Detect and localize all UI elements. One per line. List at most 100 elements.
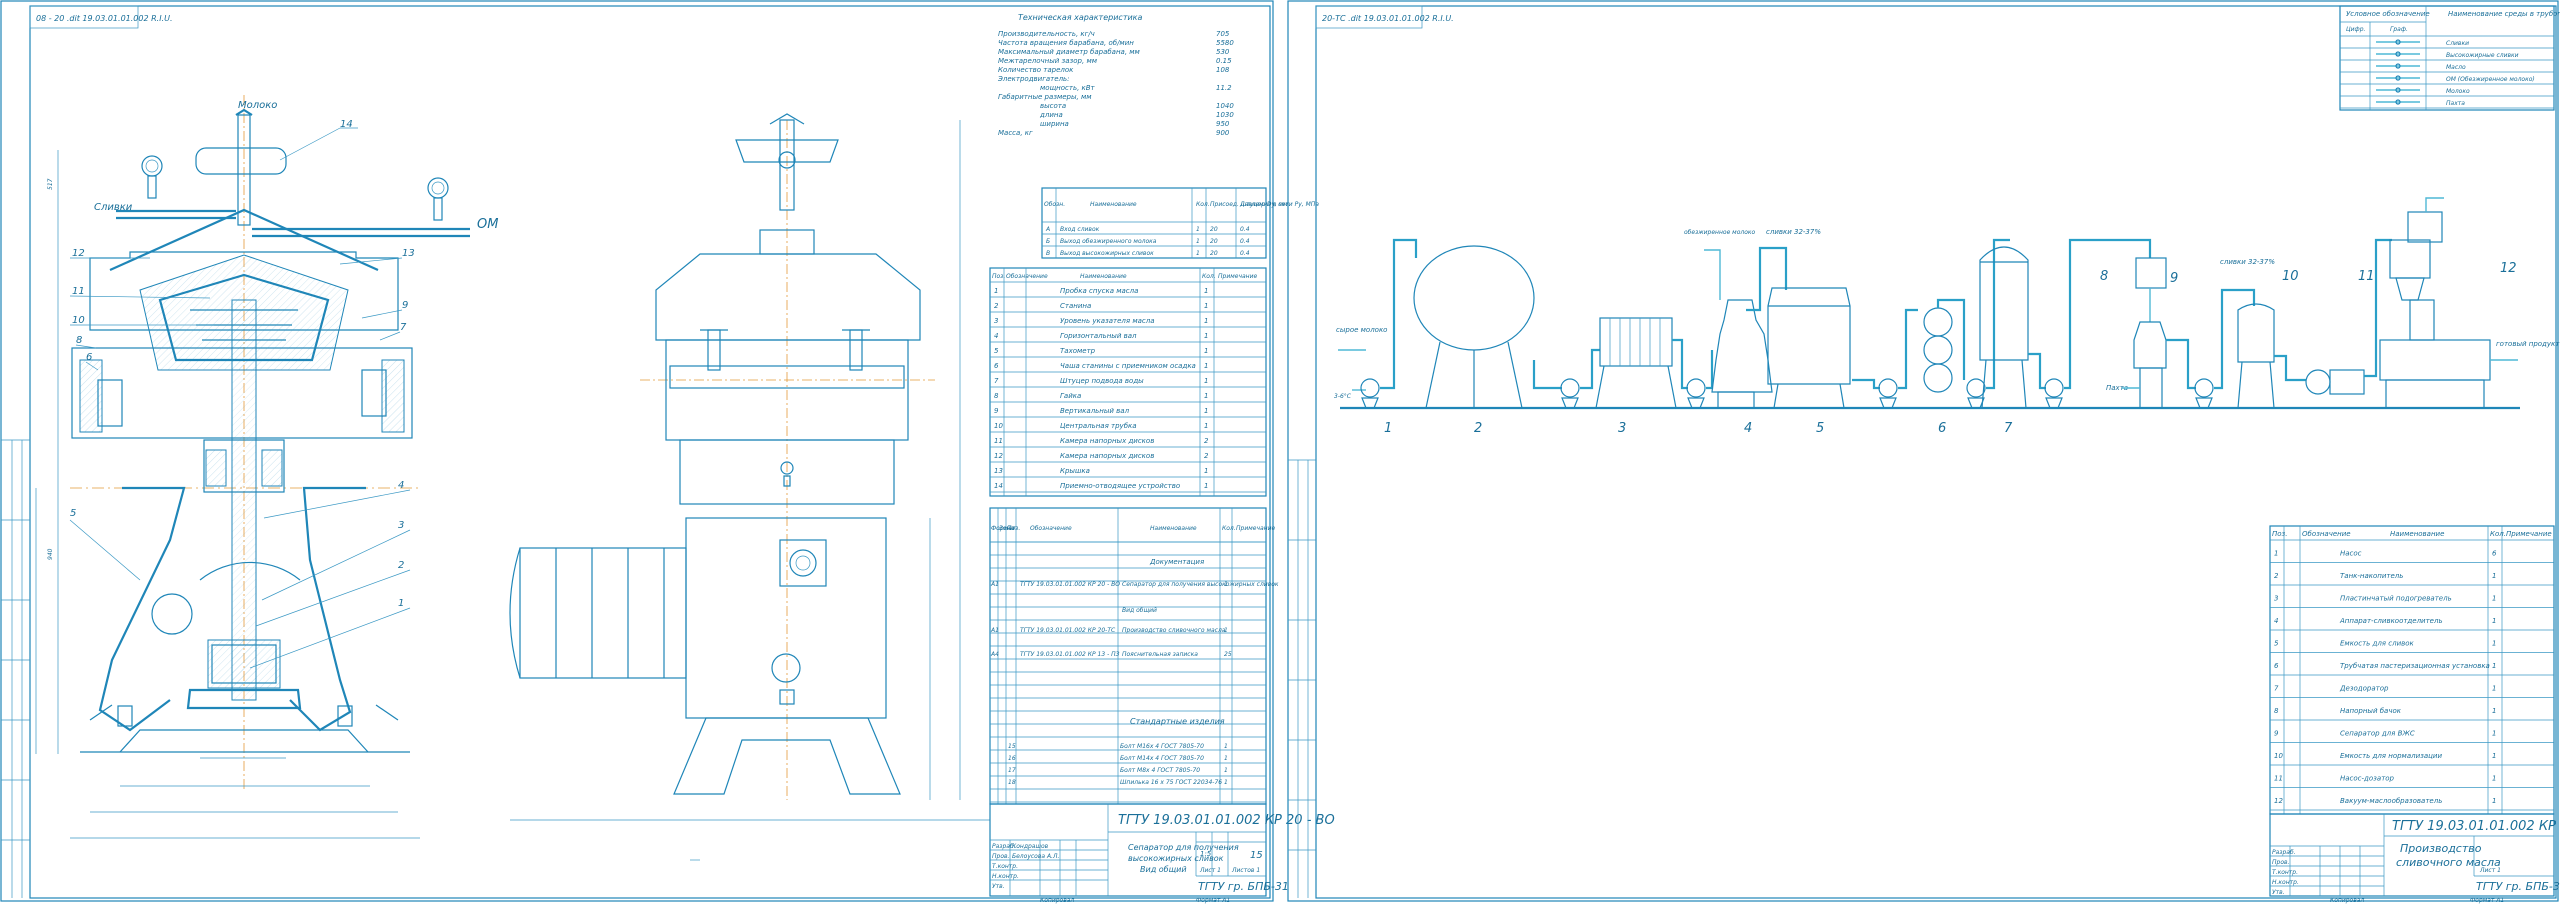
parts-name: Камера напорных дисков xyxy=(1060,437,1154,445)
conn-cell: 1 xyxy=(1196,238,1200,245)
parts-qty: 1 xyxy=(1204,287,1208,295)
spec-value: 530 xyxy=(1216,48,1230,56)
parts-qty: 1 xyxy=(1204,482,1208,490)
std-des: Болт М14х 4 ГОСТ 7805-70 xyxy=(1120,755,1204,762)
callout-14: 14 xyxy=(340,119,353,130)
parts-header-2: Наименование xyxy=(1080,273,1127,280)
right-title-name-1: Производство xyxy=(2400,842,2482,855)
parts-pos: 1 xyxy=(994,287,998,295)
legend-env-name: Масло xyxy=(2446,64,2466,71)
conn-header-2: Кол. xyxy=(1196,201,1210,208)
left-title-name-3: Вид общий xyxy=(1140,865,1187,874)
spec-des: ТГТУ 19.03.01.01.002 КР 20-ТС xyxy=(1020,627,1116,634)
process-flow: сырое молоко 3-6°С обезжиренное молоко с… xyxy=(1334,197,2560,436)
spec-section-std: Стандартные изделия xyxy=(1130,717,1225,726)
conn-cell: 20 xyxy=(1210,238,1218,245)
connections-table: Обозн. Наименование Кол. Присоед. штуцер Dy… xyxy=(1041,187,1319,259)
tech-specs: Техническая характеристика Производитель… xyxy=(997,13,1234,137)
equip-name: Дезодоратор xyxy=(2339,685,2389,693)
parts-qty: 1 xyxy=(1204,332,1208,340)
parts-pos: 9 xyxy=(994,407,999,415)
parts-header-4: Примечание xyxy=(1218,273,1257,280)
conn-header-1: Наименование xyxy=(1090,201,1137,208)
spec-qty: 1 xyxy=(1224,581,1228,588)
conn-header-4: Давление в сети Ру, МПа xyxy=(1239,201,1319,208)
left-role-4: Н.контр. xyxy=(992,873,1019,880)
callout-7: 7 xyxy=(400,322,407,333)
parts-pos: 10 xyxy=(994,422,1003,430)
parts-pos: 8 xyxy=(994,392,999,400)
left-format: Формат А1 xyxy=(1196,897,1230,904)
callout-12: 12 xyxy=(72,248,85,259)
parts-header-1: Обозначение xyxy=(1006,273,1048,280)
left-title-mass: 15 xyxy=(1250,850,1263,861)
std-pos: 17 xyxy=(1008,767,1016,774)
left-title-code: ТГТУ 19.03.01.01.002 КР 20 - ВО xyxy=(1118,813,1335,828)
equip-pos: 7 xyxy=(2274,685,2279,693)
equip-name: Емкость для нормализации xyxy=(2340,752,2442,760)
equip-pos: 9 xyxy=(2274,730,2279,738)
conn-cell: В xyxy=(1046,250,1050,257)
separator-section-view: Молоко Сливки ОМ 517 940 14 12 13 11 10 … xyxy=(35,95,498,839)
spec-value: 900 xyxy=(1216,129,1230,137)
equip-name: Напорный бачок xyxy=(2340,707,2402,715)
parts-header-3: Кол. xyxy=(1202,273,1216,280)
spec-sheet: ФорматЗонаПоз. Обозначение Наименование Кол… xyxy=(989,507,1279,805)
eq-num-1: 1 xyxy=(1384,421,1392,436)
parts-name: Станина xyxy=(1060,302,1091,310)
spec-section-doc: Документация xyxy=(1149,558,1204,566)
equip-pos: 4 xyxy=(2274,617,2278,625)
std-pos: 15 xyxy=(1008,743,1016,750)
conn-cell: Вход сливок xyxy=(1060,226,1100,233)
parts-name: Тахометр xyxy=(1060,347,1096,355)
parts-name: Штуцер подвода воды xyxy=(1060,377,1144,385)
spec-header-2: Поз. xyxy=(1007,525,1020,532)
left-title-scale: 1:5 xyxy=(1200,850,1212,858)
eq-num-4: 4 xyxy=(1744,421,1752,436)
left-title-name-1: Сепаратор для получения xyxy=(1128,843,1239,852)
eq-num-10: 10 xyxy=(2282,269,2299,284)
parts-header-0: Поз. xyxy=(992,273,1005,280)
callout-4: 4 xyxy=(398,480,404,491)
callout-2: 2 xyxy=(398,560,404,571)
parts-pos: 6 xyxy=(994,362,999,370)
parts-qty: 1 xyxy=(1204,377,1208,385)
equip-qty: 1 xyxy=(2492,685,2496,693)
equip-name: Танк-накопитель xyxy=(2340,572,2403,580)
spec-label: Габаритные размеры, мм xyxy=(998,93,1092,101)
eq-num-6: 6 xyxy=(1938,421,1946,436)
left-role-3: Т.контр. xyxy=(992,863,1018,870)
parts-name: Пробка спуска масла xyxy=(1060,287,1138,295)
std-des: Болт М16х 4 ГОСТ 7805-70 xyxy=(1120,743,1204,750)
std-qty: 1 xyxy=(1224,743,1228,750)
eq-num-9: 9 xyxy=(2170,271,2178,286)
spec-name: Производство сливочного масла xyxy=(1122,627,1226,634)
conn-header-0: Обозн. xyxy=(1044,201,1065,208)
conn-cell: 1 xyxy=(1196,250,1200,257)
legend-env-name: ОМ (Обезжиренное молоко) xyxy=(2446,76,2535,83)
spec-value: 108 xyxy=(1216,66,1230,74)
parts-pos: 13 xyxy=(994,467,1003,475)
parts-pos: 7 xyxy=(994,377,999,385)
spec-value: 1040 xyxy=(1216,102,1234,110)
right-role-2: Пров. xyxy=(2272,859,2290,866)
parts-pos: 2 xyxy=(994,302,999,310)
callout-8: 8 xyxy=(76,335,82,346)
parts-pos: 5 xyxy=(994,347,999,355)
std-qty: 1 xyxy=(1224,767,1228,774)
callout-11: 11 xyxy=(72,286,85,297)
conn-cell: 1 xyxy=(1196,226,1200,233)
spec-label: Частота вращения барабана, об/мин xyxy=(998,39,1134,47)
conn-cell: 0.4 xyxy=(1240,250,1250,257)
label-cream: Сливки xyxy=(94,202,133,213)
parts-pos: 11 xyxy=(994,437,1003,445)
equip-pos: 5 xyxy=(2274,640,2279,648)
equip-header-1: Обозначение xyxy=(2302,530,2351,538)
equip-qty: 1 xyxy=(2492,707,2496,715)
equip-header-3: Кол. xyxy=(2490,530,2506,538)
equip-pos: 8 xyxy=(2274,707,2279,715)
spec-header-5: Кол. xyxy=(1222,525,1236,532)
equip-qty: 1 xyxy=(2492,640,2496,648)
conn-cell: Выход обезжиренного молока xyxy=(1060,238,1157,245)
right-sheet: 20-ТС .dit 19.03.01.01.002 R.I.U. Сливки… xyxy=(1287,0,2560,904)
